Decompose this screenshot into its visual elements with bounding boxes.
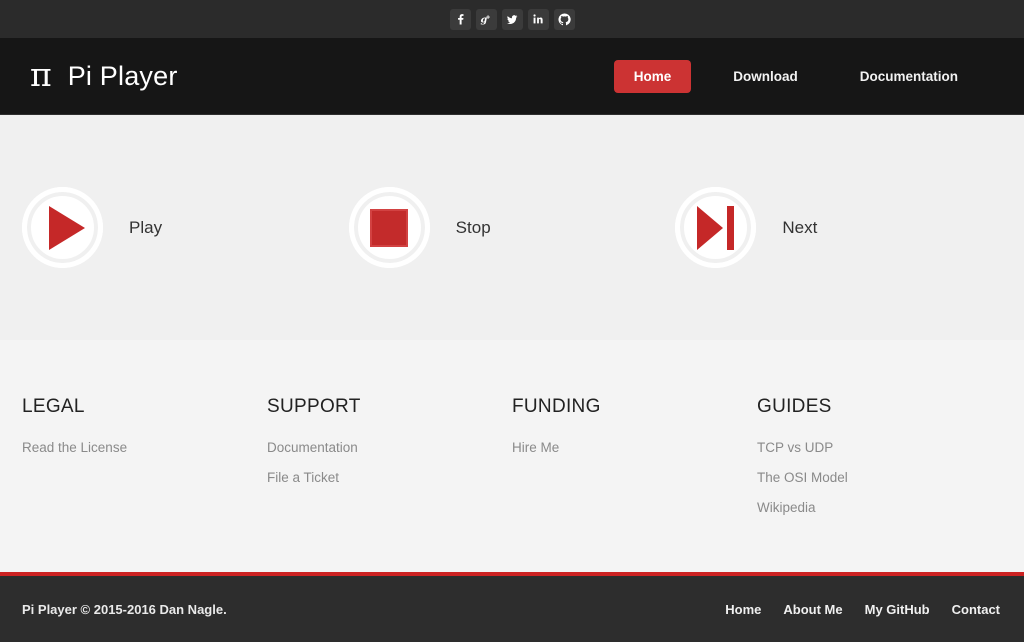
- footer-link-columns: LEGAL Read the License SUPPORT Documenta…: [0, 340, 1024, 572]
- link-read-the-license[interactable]: Read the License: [22, 440, 267, 455]
- footer-link-contact[interactable]: Contact: [952, 602, 1000, 617]
- column-funding-title: FUNDING: [512, 396, 601, 417]
- next-label: Next: [782, 217, 818, 237]
- next-bar: [727, 205, 735, 250]
- site-header: π Pi Player Home Download Documentation: [0, 38, 1024, 115]
- next-control[interactable]: Next: [675, 187, 1002, 268]
- link-file-a-ticket[interactable]: File a Ticket: [267, 470, 512, 485]
- link-hire-me[interactable]: Hire Me: [512, 440, 757, 455]
- link-documentation[interactable]: Documentation: [267, 440, 512, 455]
- next-triangle: [697, 205, 724, 250]
- next-button[interactable]: [675, 187, 757, 268]
- column-guides: GUIDES TCP vs UDP The OSI Model Wikipedi…: [757, 396, 1002, 572]
- play-icon: [48, 205, 85, 250]
- column-legal-title: LEGAL: [22, 396, 85, 417]
- google-plus-icon[interactable]: g +: [475, 8, 497, 30]
- column-legal: LEGAL Read the License: [22, 396, 267, 572]
- column-support-title: SUPPORT: [267, 396, 361, 417]
- social-bar: g +: [0, 0, 1024, 38]
- player-controls: Play Stop Next: [0, 115, 1024, 340]
- next-icon: [697, 205, 735, 250]
- stop-button[interactable]: [348, 187, 430, 268]
- footer-nav: Home About Me My GitHub Contact: [725, 602, 1000, 617]
- footer-link-home[interactable]: Home: [725, 602, 761, 617]
- play-button[interactable]: [22, 187, 103, 268]
- play-label: Play: [129, 217, 163, 237]
- play-control[interactable]: Play: [22, 187, 349, 268]
- site-footer: Pi Player © 2015-2016 Dan Nagle. Home Ab…: [0, 572, 1024, 642]
- pi-logo-icon: π: [30, 54, 52, 94]
- footer-link-my-github[interactable]: My GitHub: [865, 602, 930, 617]
- link-tcp-vs-udp[interactable]: TCP vs UDP: [757, 440, 1002, 455]
- brand-link[interactable]: π Pi Player: [30, 58, 178, 95]
- main-nav: Home Download Documentation: [613, 59, 1000, 93]
- stop-icon: [370, 208, 409, 247]
- facebook-icon[interactable]: [449, 8, 471, 30]
- linkedin-icon[interactable]: [527, 8, 549, 30]
- stop-label: Stop: [455, 217, 491, 237]
- svg-text:+: +: [486, 15, 490, 22]
- link-the-osi-model[interactable]: The OSI Model: [757, 470, 1002, 485]
- column-funding: FUNDING Hire Me: [512, 396, 757, 572]
- brand-title: Pi Player: [67, 60, 178, 91]
- nav-item-documentation[interactable]: Documentation: [840, 60, 978, 93]
- copyright-text: Pi Player © 2015-2016 Dan Nagle.: [22, 601, 227, 617]
- github-icon[interactable]: [553, 8, 575, 30]
- nav-item-home[interactable]: Home: [613, 59, 692, 93]
- footer-link-about-me[interactable]: About Me: [783, 602, 842, 617]
- column-guides-title: GUIDES: [757, 396, 832, 417]
- twitter-icon[interactable]: [501, 8, 523, 30]
- link-wikipedia[interactable]: Wikipedia: [757, 500, 1002, 515]
- stop-control[interactable]: Stop: [348, 187, 676, 268]
- column-support: SUPPORT Documentation File a Ticket: [267, 396, 512, 572]
- nav-item-download[interactable]: Download: [713, 60, 818, 93]
